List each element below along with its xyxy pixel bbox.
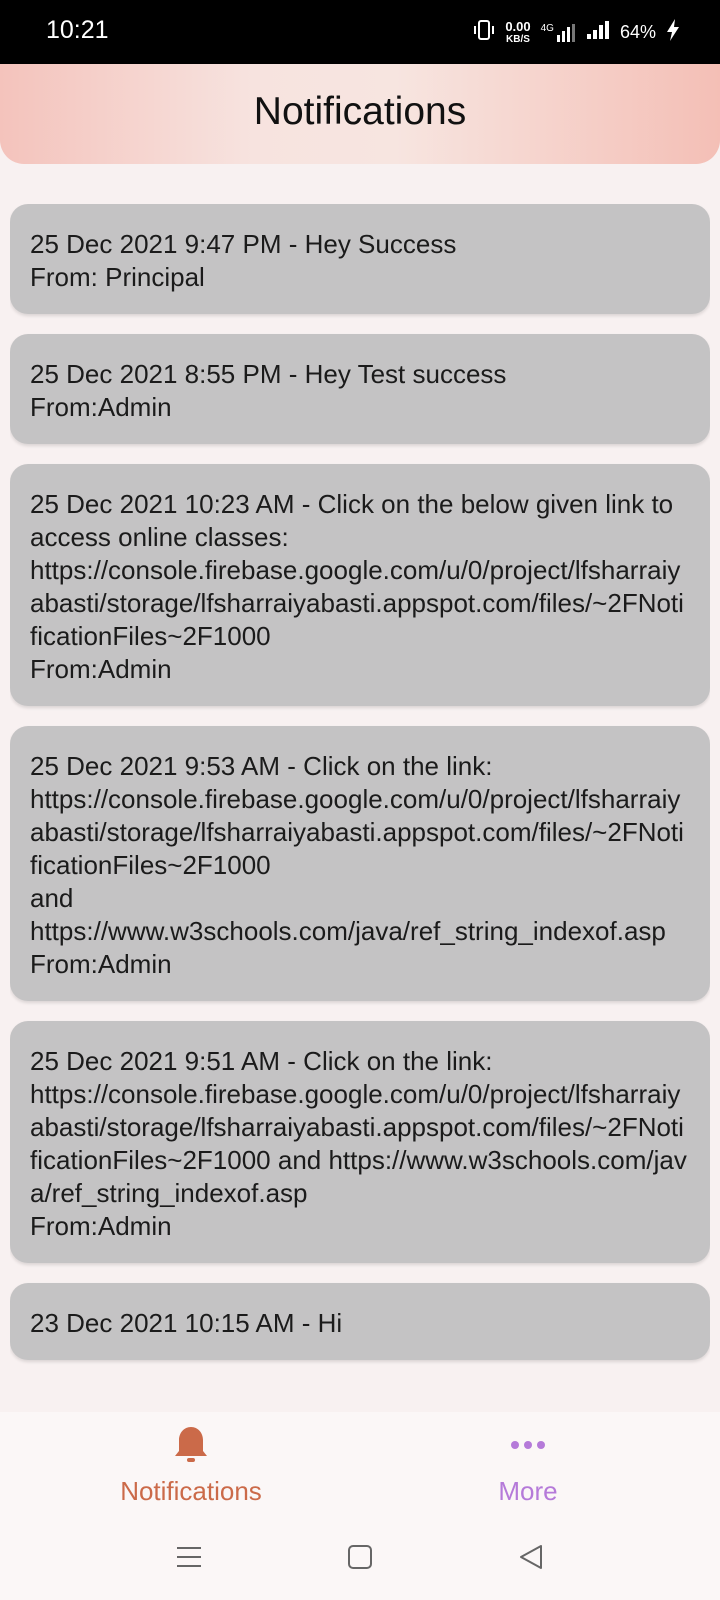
notification-message: 25 Dec 2021 10:23 AM - Click on the belo… [30,489,684,651]
status-bar: 10:21 0.00 KB/S 4G 64% [0,0,720,64]
page-title: Notifications [253,90,467,133]
bell-icon [81,1422,301,1468]
nav-more[interactable]: More [418,1422,638,1507]
nav-notifications[interactable]: Notifications [81,1422,301,1507]
notification-sender: From: Principal [30,262,205,292]
vibrate-icon [473,18,495,47]
battery-level: 64% [619,22,656,42]
status-time: 10:21 [46,16,109,44]
mobile-data-icon: 4G [541,23,576,43]
nav-notifications-label: Notifications [120,1476,262,1506]
back-icon[interactable] [518,1544,544,1575]
notification-card[interactable]: 25 Dec 2021 9:53 AM - Click on the link:… [10,726,710,1001]
notification-card[interactable]: 25 Dec 2021 9:47 PM - Hey Success From: … [10,204,710,314]
notification-message: 25 Dec 2021 9:53 AM - Click on the link:… [30,751,684,946]
net-speed: 0.00 KB/S [505,20,530,46]
notification-message: 25 Dec 2021 9:51 AM - Click on the link:… [30,1046,687,1208]
system-navigation-bar [0,1522,720,1600]
home-icon[interactable] [347,1544,373,1575]
bottom-navigation: Notifications More [0,1412,720,1522]
nav-more-label: More [498,1476,558,1506]
notification-card[interactable]: 23 Dec 2021 10:15 AM - Hi [10,1283,710,1360]
notification-message: 25 Dec 2021 8:55 PM - Hey Test success [30,359,507,389]
notification-card[interactable]: 25 Dec 2021 9:51 AM - Click on the link:… [10,1021,710,1263]
notification-sender: From:Admin [30,654,172,684]
notification-sender: From:Admin [30,1211,172,1241]
net-speed-value: 0.00 [505,18,531,34]
notification-card[interactable]: 25 Dec 2021 8:55 PM - Hey Test success F… [10,334,710,444]
app-header: Notifications [0,64,720,164]
signal-icon [586,20,610,45]
notification-list[interactable]: 25 Dec 2021 9:47 PM - Hey Success From: … [10,204,710,1412]
net-speed-unit: KB/S [506,33,530,45]
notification-card[interactable]: 25 Dec 2021 10:23 AM - Click on the belo… [10,464,710,706]
network-type: 4G [540,22,554,34]
status-icons: 0.00 KB/S 4G 64% [473,18,680,47]
more-dots-icon [418,1422,638,1468]
notification-message: 23 Dec 2021 10:15 AM - Hi [30,1308,343,1338]
menu-icon[interactable] [176,1544,202,1575]
notification-sender: From:Admin [30,392,172,422]
notification-sender: From:Admin [30,949,172,979]
notification-message: 25 Dec 2021 9:47 PM - Hey Success [30,229,457,259]
charging-icon [666,19,680,46]
